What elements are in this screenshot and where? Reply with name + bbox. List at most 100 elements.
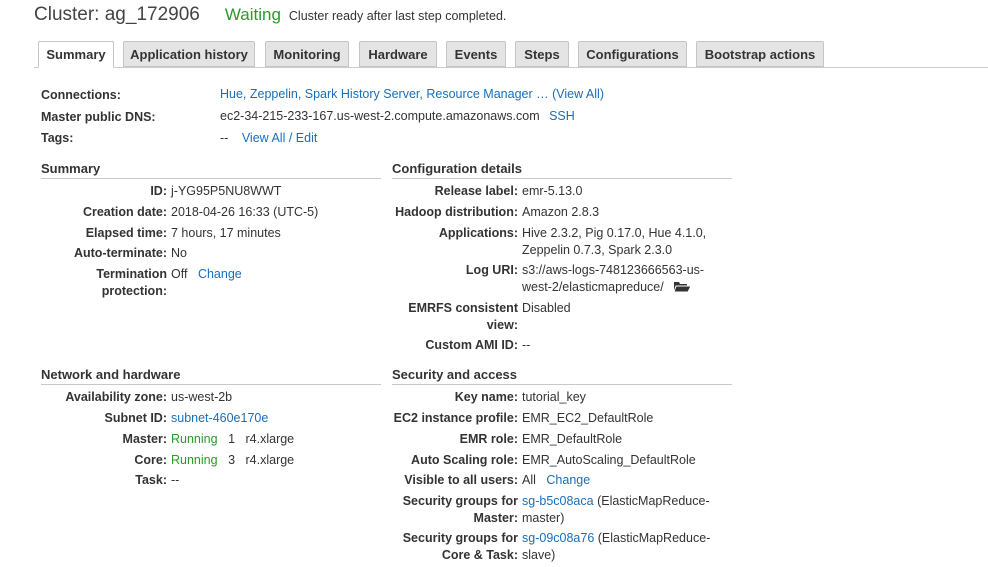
auto-scaling-role-label: Auto Scaling role:: [411, 453, 518, 467]
master-dns-row: ec2-34-215-233-167.us-west-2.compute.ama…: [220, 108, 575, 124]
availability-zone-label: Availability zone:: [65, 390, 167, 404]
availability-zone-value: us-west-2b: [171, 390, 233, 404]
security-section-heading: Security and access: [392, 367, 732, 385]
tab-bar: Summary Application history Monitoring H…: [34, 41, 988, 68]
configuration-section-heading: Configuration details: [392, 161, 732, 179]
log-uri-label: Log URI:: [465, 263, 518, 277]
tags-value: --: [220, 131, 229, 145]
applications-value: Hive 2.3.2, Pig 0.17.0, Hue 4.1.0, Zeppe…: [522, 225, 706, 258]
security-groups-master-label: Security groups for Master:: [403, 493, 518, 526]
log-uri-value-line1: s3://aws-logs-748123666563-us-: [522, 263, 705, 277]
visible-to-all-users-row: All Change: [522, 472, 590, 488]
tab-hardware[interactable]: Hardware: [359, 41, 437, 67]
sg-core-desc-line2: slave): [522, 548, 556, 562]
emr-role-label: EMR role:: [459, 432, 518, 446]
tags-view-edit-link[interactable]: View All / Edit: [242, 131, 318, 145]
tab-monitoring[interactable]: Monitoring: [265, 41, 349, 67]
emr-role-value: EMR_DefaultRole: [522, 432, 623, 446]
task-value: --: [171, 473, 180, 487]
subnet-id-label: Subnet ID:: [104, 411, 168, 425]
termination-protection-value: Off: [171, 267, 188, 281]
elapsed-time-value: 7 hours, 17 minutes: [171, 226, 281, 240]
elapsed-time-label: Elapsed time:: [85, 226, 167, 240]
applications-value-line2: Zeppelin 0.7.3, Spark 2.3.0: [522, 243, 673, 257]
master-row: Running 1 r4.xlarge: [171, 431, 294, 447]
log-uri-value-line2: west-2/elasticmapreduce/: [522, 280, 664, 294]
key-name-value: tutorial_key: [522, 390, 586, 404]
hadoop-distribution-label: Hadoop distribution:: [395, 205, 518, 219]
sg-core-line1: sg-09c08a76 (ElasticMapReduce-: [522, 530, 710, 546]
visible-to-all-users-change-link[interactable]: Change: [546, 473, 590, 487]
log-uri-value-line2-row: west-2/elasticmapreduce/: [522, 279, 704, 297]
custom-ami-id-value: --: [522, 338, 531, 352]
subnet-id-link[interactable]: subnet-460e170e: [171, 410, 268, 426]
folder-open-icon[interactable]: [673, 280, 693, 297]
sg-master-desc-line1: (ElasticMapReduce-: [597, 494, 710, 508]
sg-core-link[interactable]: sg-09c08a76: [522, 531, 594, 545]
tab-steps[interactable]: Steps: [515, 41, 569, 67]
master-dns-value: ec2-34-215-233-167.us-west-2.compute.ama…: [220, 109, 540, 123]
sg-master-label-line2: Master:: [473, 511, 518, 525]
key-name-label: Key name:: [454, 390, 518, 404]
cluster-header: Cluster: ag_172906 Waiting Cluster ready…: [34, 4, 506, 30]
connections-label: Connections:: [41, 88, 121, 102]
core-label: Core:: [134, 453, 167, 467]
tags-row: -- View All / Edit: [220, 130, 317, 146]
cluster-state-message: Cluster ready after last step completed.: [288, 9, 507, 23]
tab-configurations[interactable]: Configurations: [578, 41, 687, 67]
creation-date-label: Creation date:: [82, 205, 167, 219]
ssh-link[interactable]: SSH: [549, 109, 575, 123]
visible-to-all-users-value: All: [522, 473, 536, 487]
applications-label: Applications:: [438, 226, 518, 240]
id-label: ID:: [150, 184, 167, 198]
release-label-value: emr-5.13.0: [522, 184, 583, 198]
emrfs-label-line1: EMRFS consistent: [408, 301, 518, 315]
cluster-state: Waiting: [224, 5, 281, 24]
sg-core-desc-line1: (ElasticMapReduce-: [597, 531, 711, 545]
visible-to-all-users-label: Visible to all users:: [404, 473, 518, 487]
sg-master-link[interactable]: sg-b5c08aca: [522, 494, 594, 508]
tab-bootstrap-actions[interactable]: Bootstrap actions: [696, 41, 824, 67]
emrfs-consistent-view-label: EMRFS consistent view:: [408, 300, 518, 333]
tab-application-history[interactable]: Application history: [123, 41, 255, 67]
emrfs-consistent-view-value: Disabled: [522, 301, 571, 315]
sg-core-label-line1: Security groups for: [402, 531, 518, 545]
view-all-connections-link[interactable]: (View All): [552, 87, 604, 101]
security-groups-core-task-value: sg-09c08a76 (ElasticMapReduce- slave): [522, 530, 710, 563]
termination-protection-row: Off Change: [171, 266, 242, 282]
emrfs-label-line2: view:: [486, 318, 518, 332]
tab-events[interactable]: Events: [446, 41, 506, 67]
termination-protection-label-line1: Termination: [96, 267, 167, 281]
release-label-label: Release label:: [434, 184, 518, 198]
hadoop-distribution-value: Amazon 2.8.3: [522, 205, 600, 219]
id-value: j-YG95P5NU8WWT: [171, 184, 282, 198]
connections-row: Hue, Zeppelin, Spark History Server, Res…: [220, 86, 604, 102]
master-dns-label: Master public DNS:: [41, 110, 156, 124]
connections-links[interactable]: Hue, Zeppelin, Spark History Server, Res…: [220, 87, 549, 101]
master-count: 1: [228, 432, 236, 446]
termination-protection-change-link[interactable]: Change: [198, 267, 242, 281]
master-status: Running: [171, 432, 218, 446]
security-groups-core-task-label: Security groups for Core & Task:: [403, 530, 518, 563]
network-section-heading: Network and hardware: [41, 367, 381, 385]
tags-label: Tags:: [41, 131, 74, 145]
ec2-instance-profile-value: EMR_EC2_DefaultRole: [522, 411, 654, 425]
creation-date-value: 2018-04-26 16:33 (UTC-5): [171, 205, 319, 219]
log-uri-value: s3://aws-logs-748123666563-us- west-2/el…: [522, 262, 704, 297]
ec2-instance-profile-label: EC2 instance profile:: [393, 411, 518, 425]
auto-terminate-label: Auto-terminate:: [73, 246, 167, 260]
sg-master-label-line1: Security groups for: [402, 494, 518, 508]
core-count: 3: [228, 453, 236, 467]
core-status: Running: [171, 453, 218, 467]
security-groups-master-value: sg-b5c08aca (ElasticMapReduce- master): [522, 493, 710, 526]
page-title: Cluster: ag_172906: [34, 4, 200, 25]
auto-terminate-value: No: [171, 246, 187, 260]
tab-summary[interactable]: Summary: [38, 41, 114, 68]
core-row: Running 3 r4.xlarge: [171, 452, 294, 468]
master-label: Master:: [122, 432, 167, 446]
sg-master-desc-line2: master): [522, 511, 565, 525]
summary-section-heading: Summary: [41, 161, 381, 179]
sg-master-line1: sg-b5c08aca (ElasticMapReduce-: [522, 493, 710, 509]
auto-scaling-role-value: EMR_AutoScaling_DefaultRole: [522, 453, 696, 467]
custom-ami-id-label: Custom AMI ID:: [425, 338, 518, 352]
